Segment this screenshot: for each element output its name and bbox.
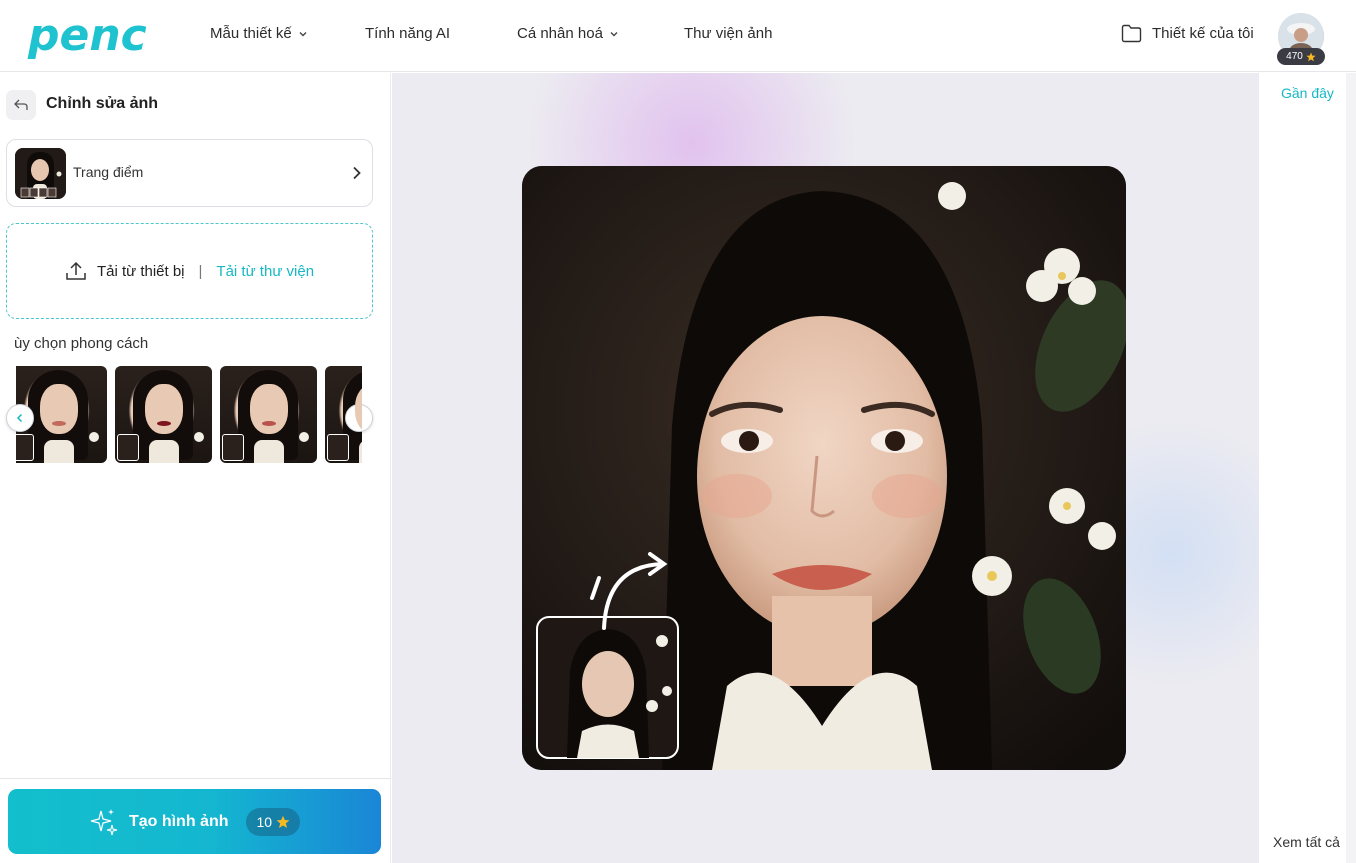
style-carousel	[16, 366, 362, 463]
nav-photo-library-label: Thư viện ảnh	[684, 25, 773, 42]
nav-personalize-label: Cá nhân hoá	[517, 25, 603, 42]
result-image[interactable]	[522, 166, 1126, 770]
chevron-down-icon	[610, 31, 618, 36]
style-option[interactable]	[115, 366, 212, 463]
folder-icon	[1121, 24, 1142, 43]
chevron-right-icon	[353, 166, 361, 180]
feature-label: Trang điểm	[73, 164, 144, 180]
upload-dropzone[interactable]: Tải từ thiết bị | Tải từ thư viện	[6, 223, 373, 319]
star-icon	[276, 815, 290, 828]
scrollbar[interactable]	[1346, 73, 1356, 863]
create-image-button[interactable]: Tạo hình ảnh 10	[8, 789, 381, 854]
portrait-photo	[522, 166, 1126, 770]
back-button[interactable]	[6, 90, 36, 120]
create-image-label: Tạo hình ảnh	[128, 812, 229, 830]
panel-title: Chỉnh sửa ảnh	[46, 95, 159, 112]
penci-logo[interactable]: penci	[26, 8, 148, 62]
chevron-down-icon	[299, 31, 307, 36]
style-option[interactable]	[220, 366, 317, 463]
carousel-prev-button[interactable]	[6, 404, 34, 432]
logo-text: penci	[27, 10, 148, 61]
upload-from-device[interactable]: Tải từ thiết bị	[97, 263, 185, 280]
my-designs-link[interactable]: Thiết kế của tôi	[1121, 24, 1254, 43]
chevron-left-icon	[16, 413, 23, 423]
feature-thumbnail	[15, 148, 66, 199]
original-image-inset	[536, 616, 679, 759]
divider	[0, 778, 391, 779]
cost-badge: 10	[246, 807, 301, 836]
nav-templates-label: Mẫu thiết kế	[210, 25, 292, 42]
sparkle-icon	[90, 808, 118, 835]
style-option[interactable]	[325, 366, 362, 463]
nav-templates[interactable]: Mẫu thiết kế	[210, 25, 308, 42]
my-designs-label: Thiết kế của tôi	[1152, 25, 1254, 42]
credits-badge: 470	[1277, 48, 1325, 65]
star-icon	[1306, 52, 1316, 61]
cost-value: 10	[256, 813, 273, 830]
top-header: penci Mẫu thiết kế Tính năng AI Cá nhân …	[0, 0, 1356, 72]
nav-photo-library[interactable]: Thư viện ảnh	[684, 25, 772, 42]
nav-ai-features[interactable]: Tính năng AI	[365, 25, 450, 42]
feature-selector[interactable]: Trang điểm	[6, 139, 373, 207]
back-icon	[14, 99, 28, 110]
credits-count: 470	[1286, 51, 1303, 62]
recent-panel: Gần đây Xem tất cả	[1259, 73, 1356, 863]
nav-personalize[interactable]: Cá nhân hoá	[517, 25, 619, 42]
left-panel: Chỉnh sửa ảnh Trang điểm Tải từ thiết bị…	[0, 73, 391, 863]
style-section-label: ùy chọn phong cách	[14, 335, 149, 352]
upload-from-library[interactable]: Tải từ thư viện	[216, 263, 314, 280]
nav-ai-features-label: Tính năng AI	[365, 25, 451, 42]
preview-canvas	[392, 73, 1259, 863]
recent-tab[interactable]: Gần đây	[1281, 85, 1334, 101]
see-all-link[interactable]: Xem tất cả	[1273, 834, 1340, 850]
upload-separator: |	[198, 262, 203, 280]
upload-icon	[66, 261, 86, 280]
